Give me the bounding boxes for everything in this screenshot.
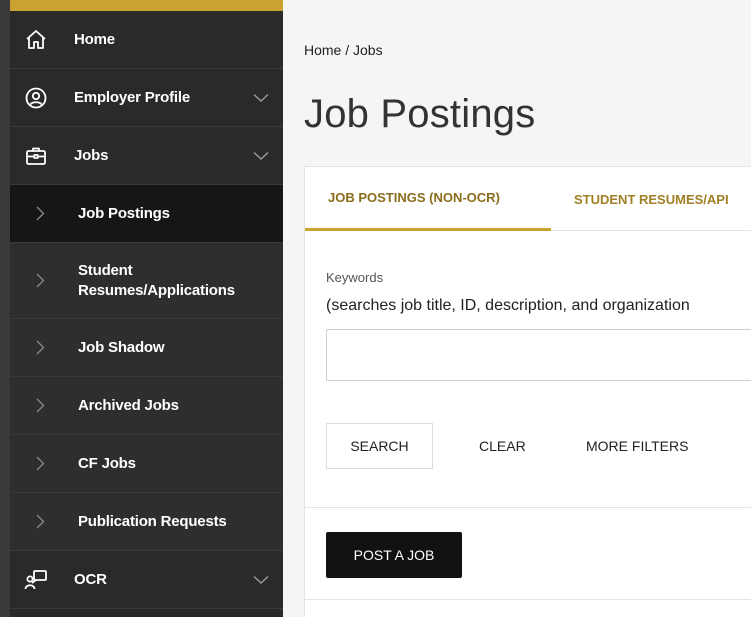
chevron-down-icon[interactable]	[253, 151, 269, 161]
sidebar-subitem-archived-jobs[interactable]: Archived Jobs	[10, 377, 283, 435]
breadcrumb[interactable]: Home / Jobs	[304, 42, 383, 58]
sidebar-item-label: OCR	[74, 571, 107, 588]
tab-bar: JOB POSTINGS (NON-OCR) STUDENT RESUMES/A…	[305, 167, 751, 231]
sidebar-item-home[interactable]: Home	[10, 11, 283, 69]
sidebar-subitem-student-resumes[interactable]: Student Resumes/Applications	[10, 243, 283, 319]
sidebar: Home Employer Profile Jobs Job Postings …	[0, 0, 283, 617]
sidebar-subitem-label: Job Shadow	[78, 338, 165, 356]
main-content: Home / Jobs Job Postings JOB POSTINGS (N…	[283, 0, 751, 617]
briefcase-icon	[22, 144, 50, 168]
sidebar-subitem-publication-requests[interactable]: Publication Requests	[10, 493, 283, 551]
divider	[305, 599, 751, 600]
tab-job-postings-non-ocr[interactable]: JOB POSTINGS (NON-OCR)	[305, 167, 551, 231]
sidebar-subitem-label: Student Resumes/Applications	[78, 261, 235, 299]
sidebar-subitem-label: Job Postings	[78, 204, 170, 222]
tab-student-resumes[interactable]: STUDENT RESUMES/API	[574, 167, 751, 231]
divider	[305, 507, 751, 508]
chevron-right-icon	[36, 273, 48, 289]
job-postings-card: JOB POSTINGS (NON-OCR) STUDENT RESUMES/A…	[304, 166, 751, 617]
person-circle-icon	[22, 86, 50, 110]
post-a-job-button[interactable]: POST A JOB	[326, 532, 462, 578]
sidebar-subitem-cf-jobs[interactable]: CF Jobs	[10, 435, 283, 493]
chevron-right-icon	[36, 206, 48, 222]
chevron-right-icon	[36, 398, 48, 414]
sidebar-subitem-label: Publication Requests	[78, 512, 227, 530]
chevron-down-icon[interactable]	[253, 575, 269, 585]
presenter-icon	[22, 568, 50, 592]
sidebar-subitem-job-shadow[interactable]: Job Shadow	[10, 319, 283, 377]
sidebar-subitem-job-postings[interactable]: Job Postings	[10, 185, 283, 243]
chevron-down-icon[interactable]	[253, 93, 269, 103]
sidebar-item-employer-profile[interactable]: Employer Profile	[10, 69, 283, 127]
keywords-label: Keywords	[326, 270, 384, 285]
sidebar-item-ocr[interactable]: OCR	[10, 551, 283, 609]
sidebar-item-label: Home	[74, 31, 115, 48]
clear-button[interactable]: CLEAR	[479, 423, 526, 469]
chevron-right-icon	[36, 514, 48, 530]
keywords-hint: (searches job title, ID, description, an…	[326, 297, 690, 314]
page-title: Job Postings	[304, 92, 536, 136]
more-filters-button[interactable]: MORE FILTERS	[586, 423, 688, 469]
sidebar-accent-bar	[10, 0, 283, 11]
sidebar-item-jobs[interactable]: Jobs	[10, 127, 283, 185]
chevron-right-icon	[36, 340, 48, 356]
sidebar-item-label: Jobs	[74, 147, 109, 164]
home-icon	[22, 28, 50, 52]
sidebar-subitem-label: Archived Jobs	[78, 396, 179, 414]
search-button[interactable]: SEARCH	[326, 423, 433, 469]
sidebar-subitem-label: CF Jobs	[78, 454, 136, 472]
sidebar-item-label: Employer Profile	[74, 89, 191, 106]
keywords-input[interactable]	[326, 329, 751, 381]
chevron-right-icon	[36, 456, 48, 472]
